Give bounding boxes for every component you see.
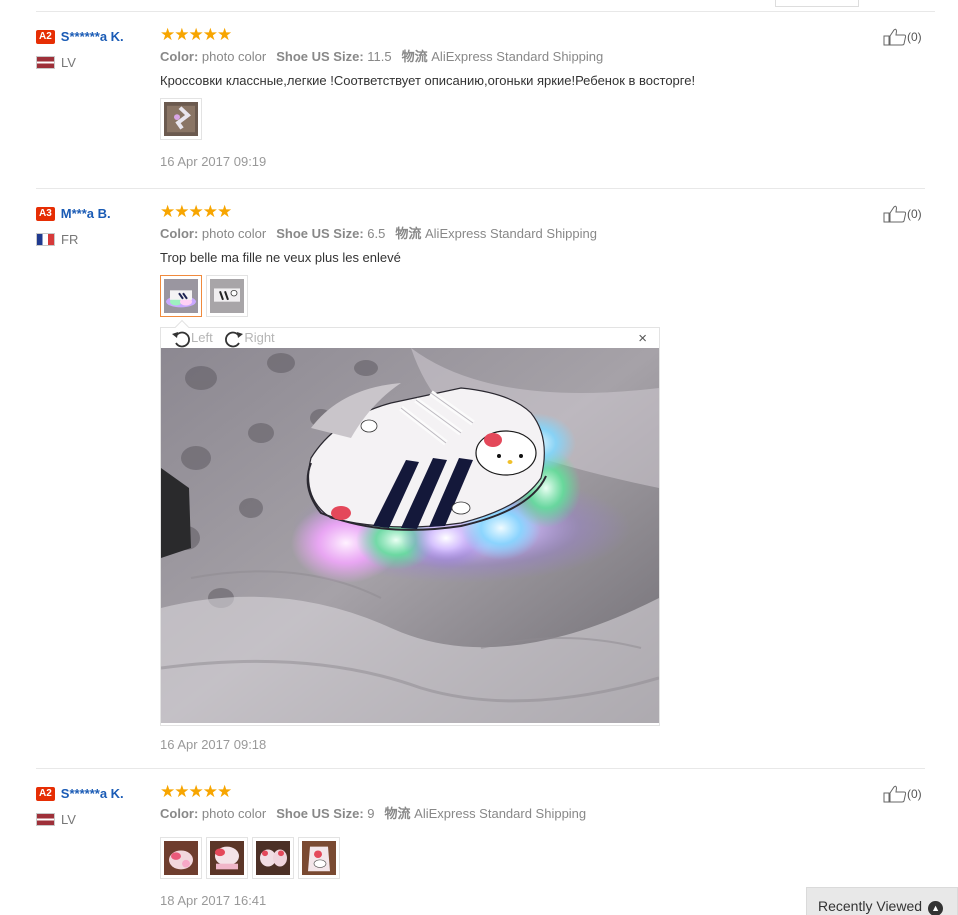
review-photo-thumbnail[interactable] [298,837,340,879]
review-date-wrap: 16 Apr 2017 09:18 [160,737,266,753]
review-text: Кроссовки классные,легкие !Соответствует… [160,73,696,88]
review-body: ★★★★★ Color: photo color Shoe US Size: 9物… [160,783,586,909]
review-body: ★★★★★ Color: photo color Shoe US Size: 6.… [160,203,597,319]
review-divider [36,768,925,769]
recently-viewed-button[interactable]: Recently Viewed ▲ [806,887,958,915]
helpful-button[interactable]: (0) [883,28,922,46]
star-rating: ★★★★★ [160,25,232,44]
review-date: 16 Apr 2017 09:18 [160,737,267,752]
flag-icon [36,813,55,827]
thumbs-up-icon [883,205,907,223]
review-photo-thumbnail[interactable] [160,98,202,140]
chevron-up-icon: ▲ [928,901,944,915]
top-control-fragment [775,0,859,7]
buyer-level-badge: A3 [36,206,55,221]
review-photo-thumbnail[interactable] [206,837,248,879]
reviewer-info: A2 S******a K. LV [36,785,124,827]
review-photo-thumbnail-selected[interactable] [160,275,202,317]
review-photo-thumbnail[interactable] [206,275,248,317]
star-rating: ★★★★★ [160,202,232,221]
photo-viewer: Left Right × [160,319,660,726]
viewer-toolbar: Left Right [171,328,283,348]
flag-icon [36,56,55,70]
review-photo-large [161,348,659,723]
review-text: Trop belle ma fille ne veux plus les enl… [160,250,401,265]
review-date: 16 Apr 2017 09:19 [160,154,267,169]
star-rating: ★★★★★ [160,782,232,801]
buyer-level-badge: A2 [36,29,55,44]
helpful-button[interactable]: (0) [883,785,922,803]
review-divider [36,188,925,189]
thumbs-up-icon [883,28,907,46]
recently-viewed-label: Recently Viewed [818,898,923,914]
reviewer-info: A3 M***a B. FR [36,205,111,247]
rotate-left-button[interactable]: Left [171,328,213,348]
review-photos [160,275,597,319]
thumbs-up-icon [883,785,907,803]
buyer-level-badge: A2 [36,786,55,801]
top-divider [36,11,935,12]
order-info: Color: photo color Shoe US Size: 9 物流 AliE… [160,806,587,821]
review-body: ★★★★★ Color: photo color Shoe US Size: 11… [160,26,695,170]
close-icon[interactable]: × [638,331,647,347]
reviewer-name[interactable]: S******a K. [61,786,124,801]
rotate-right-icon [225,331,244,347]
reviewer-name[interactable]: M***a B. [61,206,111,221]
reviewer-country: LV [36,54,124,70]
reviewer-name[interactable]: S******a K. [61,29,124,44]
flag-icon [36,233,55,247]
review-photo-thumbnail[interactable] [252,837,294,879]
review-date: 18 Apr 2017 16:41 [160,893,267,908]
reviewer-country: FR [36,231,111,247]
review-photo-thumbnail[interactable] [160,837,202,879]
order-info: Color: photo color Shoe US Size: 6.5 物流 Al… [160,226,597,241]
reviewer-country: LV [36,811,124,827]
helpful-button[interactable]: (0) [883,205,922,223]
review-photos [160,98,695,142]
review-photo-image [161,348,659,723]
rotate-right-button[interactable]: Right [224,328,275,348]
review-photos [160,837,586,881]
order-info: Color: photo color Shoe US Size: 11.5 物流 A… [160,49,604,64]
reviewer-info: A2 S******a K. LV [36,28,124,70]
rotate-left-icon [172,331,190,347]
